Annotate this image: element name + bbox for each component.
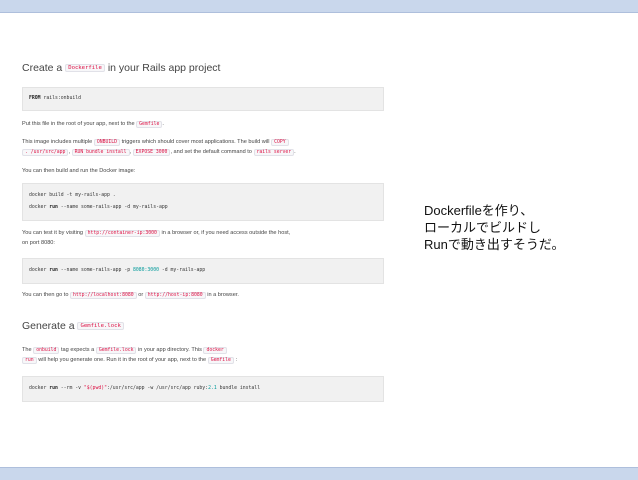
code-text: --rm -v [57,386,84,391]
slide-note: Dockerfileを作り、 ローカルでビルドし Runで動き出すそうだ。 [424,202,564,253]
inline-code: http://localhost:8080 [70,292,137,299]
inline-code: Gemfile.lock [95,347,137,354]
inline-code: http://container-ip:3000 [84,230,160,237]
inline-code: Gemfile [207,356,234,364]
code-text: docker [29,268,50,273]
code-block-build: docker build -t my-rails-app . docker ru… [22,183,384,221]
code-line: docker run --rm -v "$(pwd)":/usr/src/app… [29,386,260,391]
inline-code: EXPOSE 3000 [132,148,171,156]
code-number: 2.1 [208,386,217,391]
paragraph-build-run: You can then build and run the Docker im… [22,167,384,176]
code-block-from: FROM rails:onbuild [22,87,384,111]
text: in a browser or, if you need access outs… [161,230,291,236]
code-keyword: FROM [29,96,41,101]
inline-code: http://host-ip:8080 [144,292,206,299]
heading-create-dockerfile: Create a Dockerfile in your Rails app pr… [22,62,220,74]
code-text: --name some-rails-app -p [57,268,133,273]
bottom-band [0,467,638,480]
text: tag expects a [60,347,95,353]
paragraph-onbuild: This image includes multiple ONBUILD tri… [22,138,384,157]
text: in a browser. [207,292,239,298]
code-keyword: run [49,386,58,391]
paragraph-test: You can test it by visiting http://conta… [22,229,384,247]
text: triggers which should cover most applica… [121,139,270,145]
inline-code: Gemfile.lock [77,322,124,331]
code-line: FROM rails:onbuild [29,96,81,101]
text: , [68,148,70,155]
text: on port 8080: [22,239,55,246]
inline-code: rails server [253,148,295,156]
top-band [0,0,638,13]
code-string: "$(pwd)" [83,386,107,391]
code-text: docker [29,386,50,391]
text: Put this file in the root of your app, n… [22,121,135,127]
inline-code: Gemfile [136,121,163,128]
code-text: docker [29,205,50,210]
heading-text: in your Rails app project [107,62,221,74]
heading-text: Create a [22,62,63,74]
note-line: Runで動き出すそうだ。 [424,237,565,252]
text: This image includes multiple [22,139,93,145]
inline-code: COPY [271,139,289,146]
text: or [138,292,144,298]
code-line: docker run --name some-rails-app -p 8080… [29,268,205,273]
heading-text: Generate a [22,320,75,332]
paragraph-go-to: You can then go to http://localhost:8080… [22,291,384,301]
text: You can test it by visiting [22,230,84,236]
code-text: -d my-rails-app [158,268,206,273]
text: , [129,148,132,155]
code-block-run-port: docker run --name some-rails-app -p 8080… [22,258,384,284]
text: : [235,356,238,363]
code-number: 8080:3000 [132,268,159,273]
text: You can then go to [22,292,69,298]
code-keyword: run [49,205,58,210]
inline-code: onbuild [33,347,60,354]
text: The [22,347,32,353]
code-text: --name some-rails-app -d my-rails-app [57,205,168,210]
inline-code: docker [203,347,227,354]
heading-generate-gemfile-lock: Generate a Gemfile.lock [22,320,124,332]
note-line: Dockerfileを作り、 [424,203,534,218]
code-text: bundle install [216,386,261,391]
inline-code: RUN bundle install [71,148,130,156]
paragraph-onbuild-tag: The onbuild tag expects a Gemfile.lock i… [22,346,384,365]
inline-code: . /usr/src/app [22,148,69,156]
text: You can then build and run the Docker im… [22,168,136,174]
inline-code: Dockerfile [65,64,105,73]
code-line: docker build -t my-rails-app . [29,193,116,198]
code-keyword: run [49,268,58,273]
text: . [162,121,164,127]
code-text: :/usr/src/app -w /usr/src/app ruby: [107,386,209,391]
text: in your app directory. This [138,347,202,353]
code-block-bundle-install: docker run --rm -v "$(pwd)":/usr/src/app… [22,376,384,402]
text: . [294,148,296,155]
text: will help you generate one. Run it in th… [38,356,207,363]
inline-code: run [22,356,37,364]
note-line: ローカルでビルドし [424,220,542,235]
code-line: docker run --name some-rails-app -d my-r… [29,205,168,210]
paragraph-put-file: Put this file in the root of your app, n… [22,120,384,130]
code-text: rails:onbuild [40,96,81,101]
text: , and set the default command to [170,148,252,155]
inline-code: ONBUILD [93,139,121,146]
